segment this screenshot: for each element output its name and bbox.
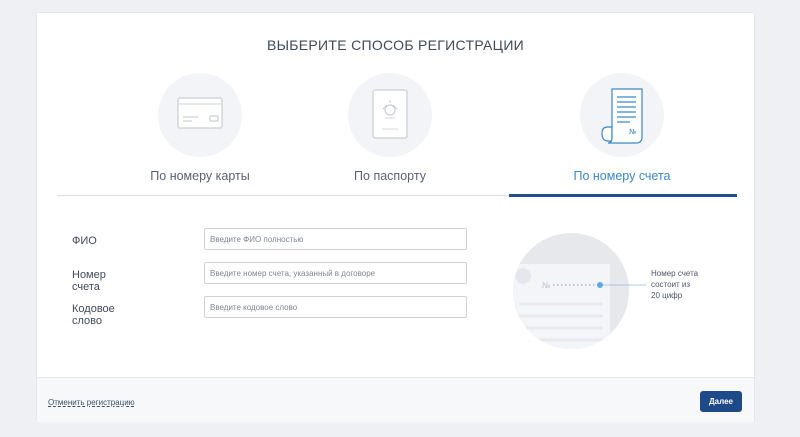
credit-card-icon — [177, 97, 223, 129]
document-icon: № — [601, 88, 643, 144]
svg-text:№: № — [542, 281, 551, 290]
codeword-input[interactable] — [204, 296, 467, 318]
account-document-illustration: № Номер счета состоит из 20 цифр — [513, 233, 699, 349]
passport-icon — [372, 89, 408, 139]
codeword-label: Кодовое слово — [72, 303, 115, 327]
account-number-input[interactable] — [204, 262, 467, 284]
active-tab-underline — [509, 194, 737, 197]
registration-card: ВЫБЕРИТЕ СПОСОБ РЕГИСТРАЦИИ По номеру ка… — [36, 12, 755, 422]
tab-by-card[interactable]: По номеру карты — [93, 73, 307, 197]
fio-input[interactable] — [204, 228, 467, 250]
callout-line-3: 20 цифр — [651, 291, 683, 300]
card-footer: Отменить регистрацию Далее — [37, 377, 754, 422]
tab-by-passport[interactable]: По паспорту — [283, 73, 497, 197]
next-button[interactable]: Далее — [700, 391, 742, 412]
tab-icon-circle — [158, 73, 242, 157]
page-title: ВЫБЕРИТЕ СПОСОБ РЕГИСТРАЦИИ — [266, 37, 525, 53]
tab-by-account[interactable]: № По номеру счета — [515, 73, 729, 197]
callout-line-2: состоит из — [651, 280, 690, 289]
callout-line-1: Номер счета — [651, 269, 699, 278]
cancel-registration-link[interactable]: Отменить регистрацию — [48, 398, 135, 407]
tab-icon-circle: № — [580, 73, 664, 157]
tab-icon-circle — [348, 73, 432, 157]
account-number-illustration: № Номер счета состоит из 20 цифр — [513, 226, 713, 366]
account-number-label: Номер счета — [72, 269, 106, 293]
tab-label: По номеру счета — [573, 169, 671, 183]
fio-label: ФИО — [72, 235, 97, 247]
tab-label: По паспорту — [354, 169, 426, 183]
tab-label: По номеру карты — [150, 169, 250, 183]
svg-text:№: № — [629, 128, 636, 136]
